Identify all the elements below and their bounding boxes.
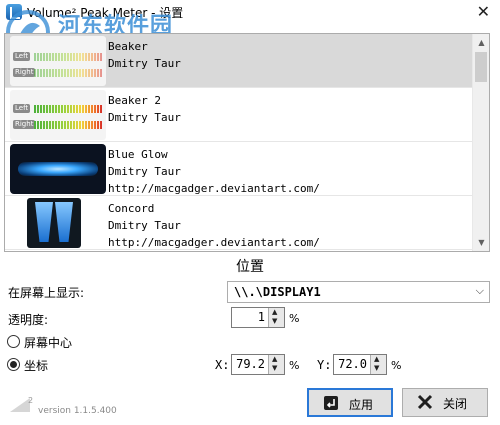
window-title: Volume² Peak Meter - 设置 [27, 6, 184, 20]
glow-meter [18, 162, 98, 176]
display-select[interactable]: \\.\DISPLAY1 ⌵ [227, 281, 490, 303]
skin-preview-concord [27, 198, 81, 248]
skin-preview-beaker-2: Left Right [10, 90, 106, 140]
skin-name: Concord [108, 202, 155, 215]
footer-number: 2 [28, 396, 34, 405]
skin-name: Beaker [108, 40, 148, 53]
skin-author: Dmitry Taur [108, 57, 181, 70]
skin-author: Dmitry Taur [108, 219, 181, 232]
y-spin-buttons[interactable]: ▲ ▼ [370, 355, 386, 374]
transparency-stepper[interactable]: 1 ▲ ▼ [231, 307, 285, 328]
concord-right-cup [55, 202, 73, 242]
transparency-unit: % [289, 312, 300, 325]
meter-right-label: Right [13, 68, 36, 77]
spin-down-icon[interactable]: ▼ [374, 364, 379, 373]
display-label: 在屏幕上显示: [8, 286, 85, 300]
spin-down-icon[interactable]: ▼ [272, 317, 277, 326]
screen-center-radio[interactable] [7, 335, 20, 348]
spin-down-icon[interactable]: ▼ [272, 364, 277, 373]
close-window-icon[interactable]: ✕ [477, 2, 490, 21]
apply-icon [324, 396, 338, 410]
x-coord-unit: % [289, 359, 300, 372]
transparency-value[interactable]: 1 [258, 310, 265, 324]
skin-author: Dmitry Taur [108, 165, 181, 178]
transparency-label: 透明度: [8, 313, 49, 327]
apply-button-label: 应用 [349, 398, 374, 412]
screen-center-label[interactable]: 屏幕中心 [24, 334, 72, 351]
meter-left-label: Left [13, 52, 31, 61]
transparency-spin-buttons[interactable]: ▲ ▼ [268, 308, 284, 327]
meter-right-bar [34, 69, 102, 77]
skin-item-beaker-2[interactable]: Left Right Beaker 2 Dmitry Taur [5, 88, 474, 142]
close-button[interactable]: 关闭 [402, 388, 488, 417]
scroll-up-icon[interactable]: ▲ [473, 34, 489, 51]
skin-name: Blue Glow [108, 148, 168, 161]
close-icon [417, 394, 433, 410]
app-icon [6, 4, 22, 20]
x-coord-value[interactable]: 79.2 [236, 357, 265, 371]
x-coord-stepper[interactable]: 79.2 ▲ ▼ [231, 354, 285, 375]
skin-item-blue-glow[interactable]: Blue Glow Dmitry Taur http://macgadger.d… [5, 142, 474, 196]
scrollbar-thumb[interactable] [475, 52, 487, 82]
display-select-value: \\.\DISPLAY1 [234, 285, 321, 299]
y-coord-label: Y: [317, 358, 332, 372]
skin-item-beaker[interactable]: Left Right Beaker Dmitry Taur [5, 34, 474, 88]
close-button-label: 关闭 [443, 397, 468, 411]
skin-list[interactable]: Left Right Beaker Dmitry Taur Left Right… [4, 33, 490, 252]
meter-left-label: Left [13, 104, 31, 113]
scroll-down-icon[interactable]: ▼ [473, 234, 489, 251]
meter-left-bar [34, 53, 102, 61]
spin-up-icon[interactable]: ▲ [272, 308, 277, 317]
coordinates-radio[interactable] [7, 358, 20, 371]
title-bar: Volume² Peak Meter - 设置 ✕ [0, 0, 500, 25]
meter-right-label: Right [13, 120, 36, 129]
position-section-title: 位置 [236, 259, 264, 275]
skin-url: http://macgadger.deviantart.com/ [108, 236, 320, 249]
skin-item-concord[interactable]: Concord Dmitry Taur http://macgadger.dev… [5, 196, 474, 250]
meter-right-bar [34, 121, 102, 129]
meter-left-bar [34, 105, 102, 113]
x-coord-label: X: [215, 358, 230, 372]
y-coord-value[interactable]: 72.0 [338, 357, 367, 371]
skin-preview-blue-glow [10, 144, 106, 194]
concord-left-cup [35, 202, 53, 242]
y-coord-unit: % [391, 359, 402, 372]
chevron-down-icon[interactable]: ⌵ [476, 284, 484, 298]
skin-name: Beaker 2 [108, 94, 161, 107]
skin-url: http://macgadger.deviantart.com/ [108, 182, 320, 195]
y-coord-stepper[interactable]: 72.0 ▲ ▼ [333, 354, 387, 375]
coordinates-label[interactable]: 坐标 [24, 357, 48, 374]
list-scrollbar[interactable]: ▲ ▼ [472, 34, 489, 251]
skin-preview-beaker: Left Right [10, 36, 106, 86]
x-spin-buttons[interactable]: ▲ ▼ [268, 355, 284, 374]
apply-button[interactable]: 应用 [307, 388, 393, 417]
spin-up-icon[interactable]: ▲ [374, 355, 379, 364]
spin-up-icon[interactable]: ▲ [272, 355, 277, 364]
skin-author: Dmitry Taur [108, 111, 181, 124]
version-label: version 1.1.5.400 [38, 406, 117, 416]
